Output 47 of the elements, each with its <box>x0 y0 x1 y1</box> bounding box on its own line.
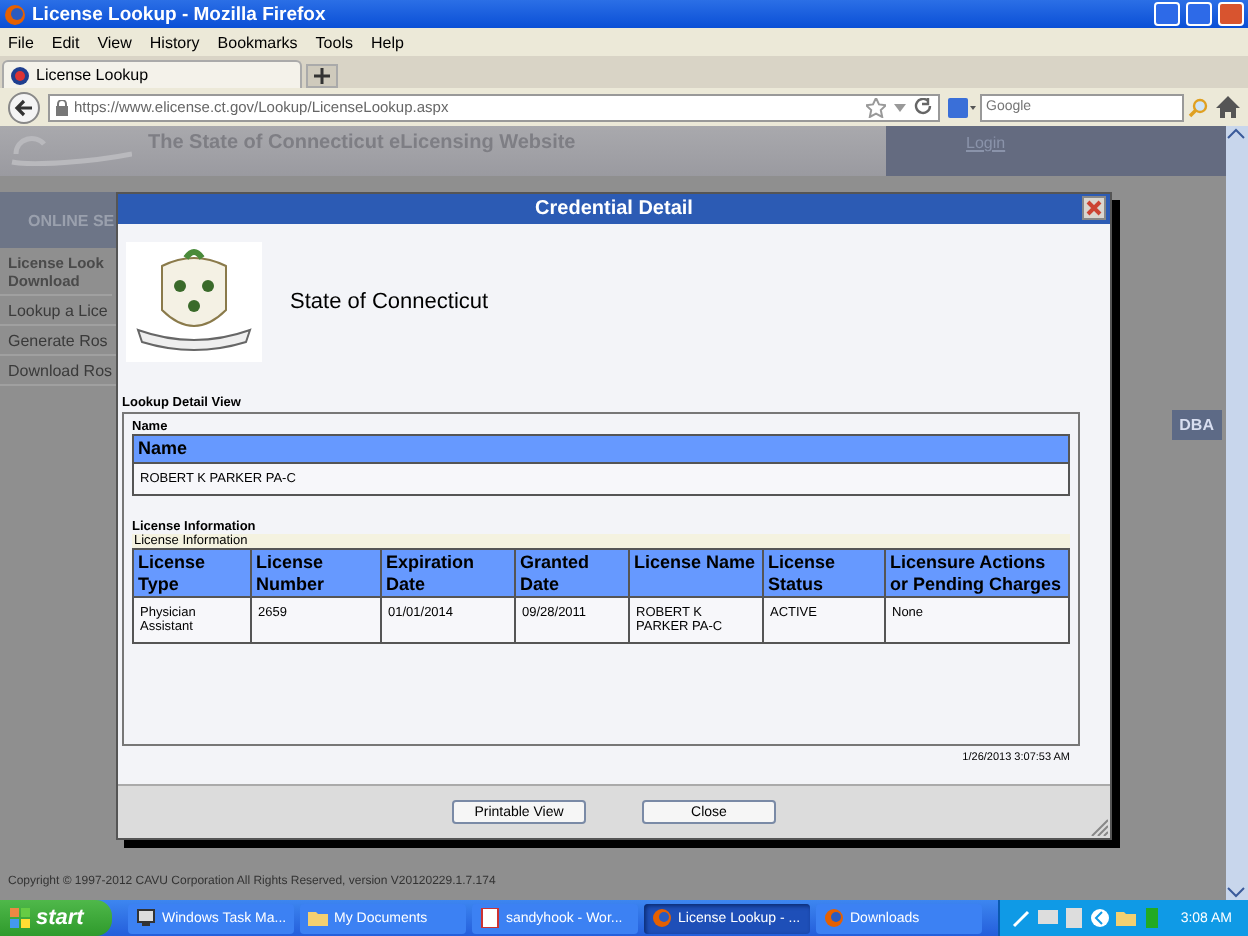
firefox-icon <box>652 908 672 928</box>
window-title: License Lookup - Mozilla Firefox <box>32 3 328 25</box>
column-header: Granted Date <box>515 548 629 598</box>
home-icon[interactable] <box>1216 96 1240 118</box>
folder-icon <box>308 908 328 928</box>
scrollbar[interactable] <box>1226 126 1248 900</box>
dropdown-arrow-icon <box>892 99 908 115</box>
organization-name: State of Connecticut <box>290 290 489 314</box>
menu-item[interactable]: Tools <box>315 33 353 51</box>
browser-tab[interactable]: License Lookup <box>2 60 302 88</box>
column-header: License Number <box>251 548 381 598</box>
close-icon <box>1086 200 1102 216</box>
column-header: License Type <box>133 548 251 598</box>
scroll-up-icon <box>1226 126 1246 142</box>
star-icon <box>866 97 886 117</box>
folder-icon <box>1116 908 1137 928</box>
restore-button[interactable] <box>1186 2 1212 26</box>
menu-item[interactable]: Edit <box>51 33 80 51</box>
menu-item[interactable]: Bookmarks <box>217 33 298 51</box>
reload-icon <box>914 98 932 116</box>
menu-item[interactable]: Help <box>370 33 404 51</box>
close-button[interactable] <box>1082 196 1106 220</box>
chevron-icon <box>1090 908 1111 928</box>
column-header: License Name <box>629 548 763 598</box>
column-header: License Status <box>763 548 885 598</box>
search-icon <box>1188 97 1208 117</box>
firefox-logo-icon <box>4 3 26 25</box>
menu-item[interactable]: File <box>8 33 34 51</box>
column-header: Name <box>133 435 1069 463</box>
document-icon <box>480 908 500 928</box>
padlock-icon <box>56 99 68 115</box>
menu-item[interactable]: History <box>149 33 200 51</box>
resize-grip-icon <box>1088 816 1108 836</box>
scroll-down-icon <box>1226 884 1246 900</box>
dialog-title: Credential Detail <box>535 198 693 220</box>
search-engine-icon <box>948 97 976 117</box>
column-header: Licensure Actions or Pending Charges <box>885 548 1069 598</box>
plus-icon <box>314 68 330 84</box>
menu-item[interactable]: View <box>97 33 132 51</box>
column-header: Expiration Date <box>381 548 515 598</box>
site-favicon-icon <box>10 65 30 85</box>
firefox-icon <box>824 908 844 928</box>
new-tab-button[interactable] <box>306 64 338 88</box>
column-header: DBA <box>1171 410 1222 440</box>
minimize-button[interactable] <box>1154 2 1180 26</box>
windows-logo-icon <box>10 908 30 928</box>
battery-icon <box>1142 908 1163 928</box>
